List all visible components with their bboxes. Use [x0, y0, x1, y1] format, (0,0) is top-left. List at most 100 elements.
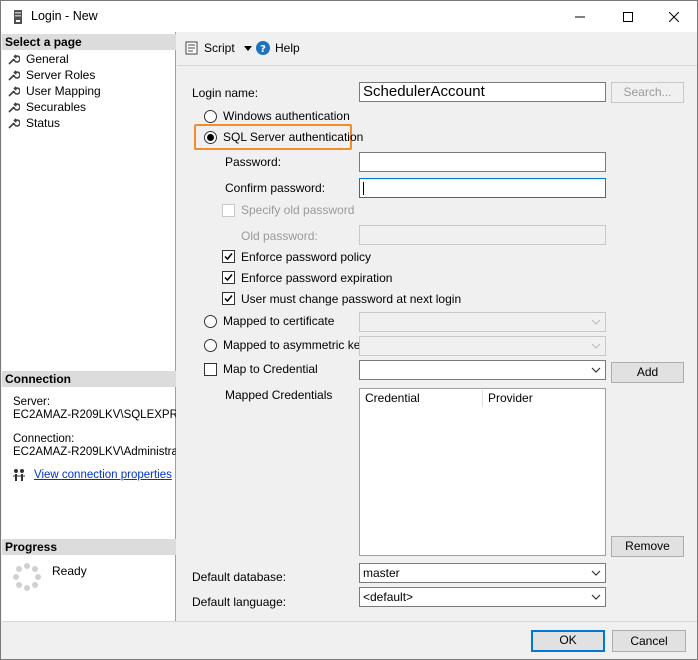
page-item-label: Securables: [26, 100, 87, 114]
wrench-icon: [8, 70, 20, 81]
password-label: Password:: [225, 155, 282, 169]
help-button[interactable]: ? Help: [256, 41, 300, 55]
mapped-to-certificate-radio[interactable]: [204, 315, 217, 328]
login-name-label: Login name:: [192, 86, 259, 100]
windows-authentication-radio[interactable]: [204, 110, 217, 123]
svg-text:?: ?: [260, 44, 266, 55]
help-icon: ?: [256, 41, 270, 55]
grid-header-credential[interactable]: Credential: [360, 390, 483, 407]
progress-status-text: Ready: [52, 564, 87, 578]
login-new-dialog: Login - New Select a page General Server…: [0, 0, 698, 660]
connection-label: Connection:: [13, 433, 75, 445]
mapped-to-asymmetric-key-label: Mapped to asymmetric key: [223, 338, 367, 352]
connection-value: EC2AMAZ-R209LKV\Administrator: [13, 446, 176, 458]
page-item-user-mapping[interactable]: User Mapping: [8, 83, 101, 99]
credential-combo[interactable]: [359, 360, 606, 380]
sql-server-authentication-label: SQL Server authentication: [223, 130, 364, 144]
mapped-credentials-grid[interactable]: Credential Provider: [359, 388, 606, 556]
add-credential-button[interactable]: Add: [611, 362, 684, 383]
mapped-to-certificate-label: Mapped to certificate: [223, 314, 335, 328]
page-list: General Server Roles User Mapping Secura…: [8, 51, 101, 131]
old-password-label: Old password:: [241, 229, 318, 243]
server-value: EC2AMAZ-R209LKV\SQLEXPRESS: [13, 409, 176, 421]
enforce-password-expiration-label: Enforce password expiration: [241, 271, 393, 285]
default-language-combo[interactable]: <default>: [359, 587, 606, 607]
page-item-label: User Mapping: [26, 84, 101, 98]
default-database-value: master: [363, 566, 400, 580]
connection-properties-icon: [13, 469, 25, 481]
checkmark-icon: [224, 295, 233, 303]
password-input[interactable]: [359, 152, 606, 172]
chevron-down-icon: [591, 594, 601, 600]
view-connection-row: View connection properties: [12, 468, 172, 482]
wrench-icon: [8, 86, 20, 97]
certificate-combo[interactable]: [359, 312, 606, 332]
script-icon: [185, 41, 198, 55]
mapped-to-asymmetric-key-radio[interactable]: [204, 339, 217, 352]
close-icon: [669, 11, 679, 22]
page-item-server-roles[interactable]: Server Roles: [8, 67, 101, 83]
search-button[interactable]: Search...: [611, 82, 684, 103]
map-to-credential-checkbox[interactable]: [204, 363, 217, 376]
left-pane: Select a page General Server Roles User …: [2, 32, 176, 621]
ok-button[interactable]: OK: [531, 630, 605, 652]
page-item-label: Status: [26, 116, 61, 130]
page-item-label: General: [26, 52, 69, 66]
database-server-icon: [14, 10, 22, 24]
minimize-button[interactable]: [557, 1, 603, 32]
default-database-label: Default database:: [192, 570, 287, 584]
confirm-password-input[interactable]: [359, 178, 606, 198]
dialog-button-bar: OK Cancel: [2, 621, 697, 659]
chevron-down-icon: [591, 367, 601, 373]
remove-credential-button[interactable]: Remove: [611, 536, 684, 557]
specify-old-password-label: Specify old password: [241, 203, 355, 217]
cancel-button[interactable]: Cancel: [612, 630, 686, 652]
page-item-status[interactable]: Status: [8, 115, 101, 131]
page-item-general[interactable]: General: [8, 51, 101, 67]
sql-server-authentication-radio[interactable]: [204, 131, 217, 144]
close-button[interactable]: [651, 1, 697, 32]
confirm-password-label: Confirm password:: [225, 181, 326, 195]
specify-old-password-checkbox[interactable]: [222, 204, 235, 217]
select-page-header: Select a page: [2, 34, 176, 50]
chevron-down-icon: [591, 343, 601, 349]
view-connection-properties-link[interactable]: View connection properties: [34, 469, 172, 481]
text-caret: [363, 182, 364, 195]
checkmark-icon: [224, 253, 233, 261]
title-bar: Login - New: [1, 1, 697, 32]
connection-info: Server: EC2AMAZ-R209LKV\SQLEXPRESS Conne…: [13, 396, 176, 459]
page-item-securables[interactable]: Securables: [8, 99, 101, 115]
maximize-button[interactable]: [605, 1, 651, 32]
enforce-password-expiration-checkbox[interactable]: [222, 271, 235, 284]
grid-header-provider[interactable]: Provider: [483, 390, 603, 407]
asymmetric-key-combo[interactable]: [359, 336, 606, 356]
page-item-label: Server Roles: [26, 68, 96, 82]
map-to-credential-label: Map to Credential: [223, 362, 318, 376]
general-page-form: Login name: SchedulerAccount Search... W…: [177, 67, 697, 621]
wrench-icon: [8, 102, 20, 113]
wrench-icon: [8, 118, 20, 129]
chevron-down-icon: [591, 319, 601, 325]
old-password-input[interactable]: [359, 225, 606, 245]
chevron-down-icon: [243, 45, 252, 51]
connection-header: Connection: [2, 371, 176, 387]
progress-spinner-icon: [13, 563, 41, 591]
chevron-down-icon: [591, 570, 601, 576]
window-title: Login - New: [31, 9, 98, 23]
server-label: Server:: [13, 396, 51, 408]
mapped-credentials-label: Mapped Credentials: [225, 388, 333, 402]
maximize-icon: [623, 11, 633, 22]
enforce-password-policy-label: Enforce password policy: [241, 250, 372, 264]
default-language-value: <default>: [363, 590, 414, 604]
help-label: Help: [275, 41, 300, 55]
minimize-icon: [575, 16, 585, 17]
checkmark-icon: [224, 274, 233, 282]
default-language-label: Default language:: [192, 595, 287, 609]
toolbar: Script ? Help: [177, 32, 697, 66]
enforce-password-policy-checkbox[interactable]: [222, 250, 235, 263]
script-button[interactable]: Script: [185, 41, 252, 55]
login-name-input[interactable]: SchedulerAccount: [359, 82, 606, 102]
must-change-password-checkbox[interactable]: [222, 292, 235, 305]
default-database-combo[interactable]: master: [359, 563, 606, 583]
script-label: Script: [204, 41, 235, 55]
